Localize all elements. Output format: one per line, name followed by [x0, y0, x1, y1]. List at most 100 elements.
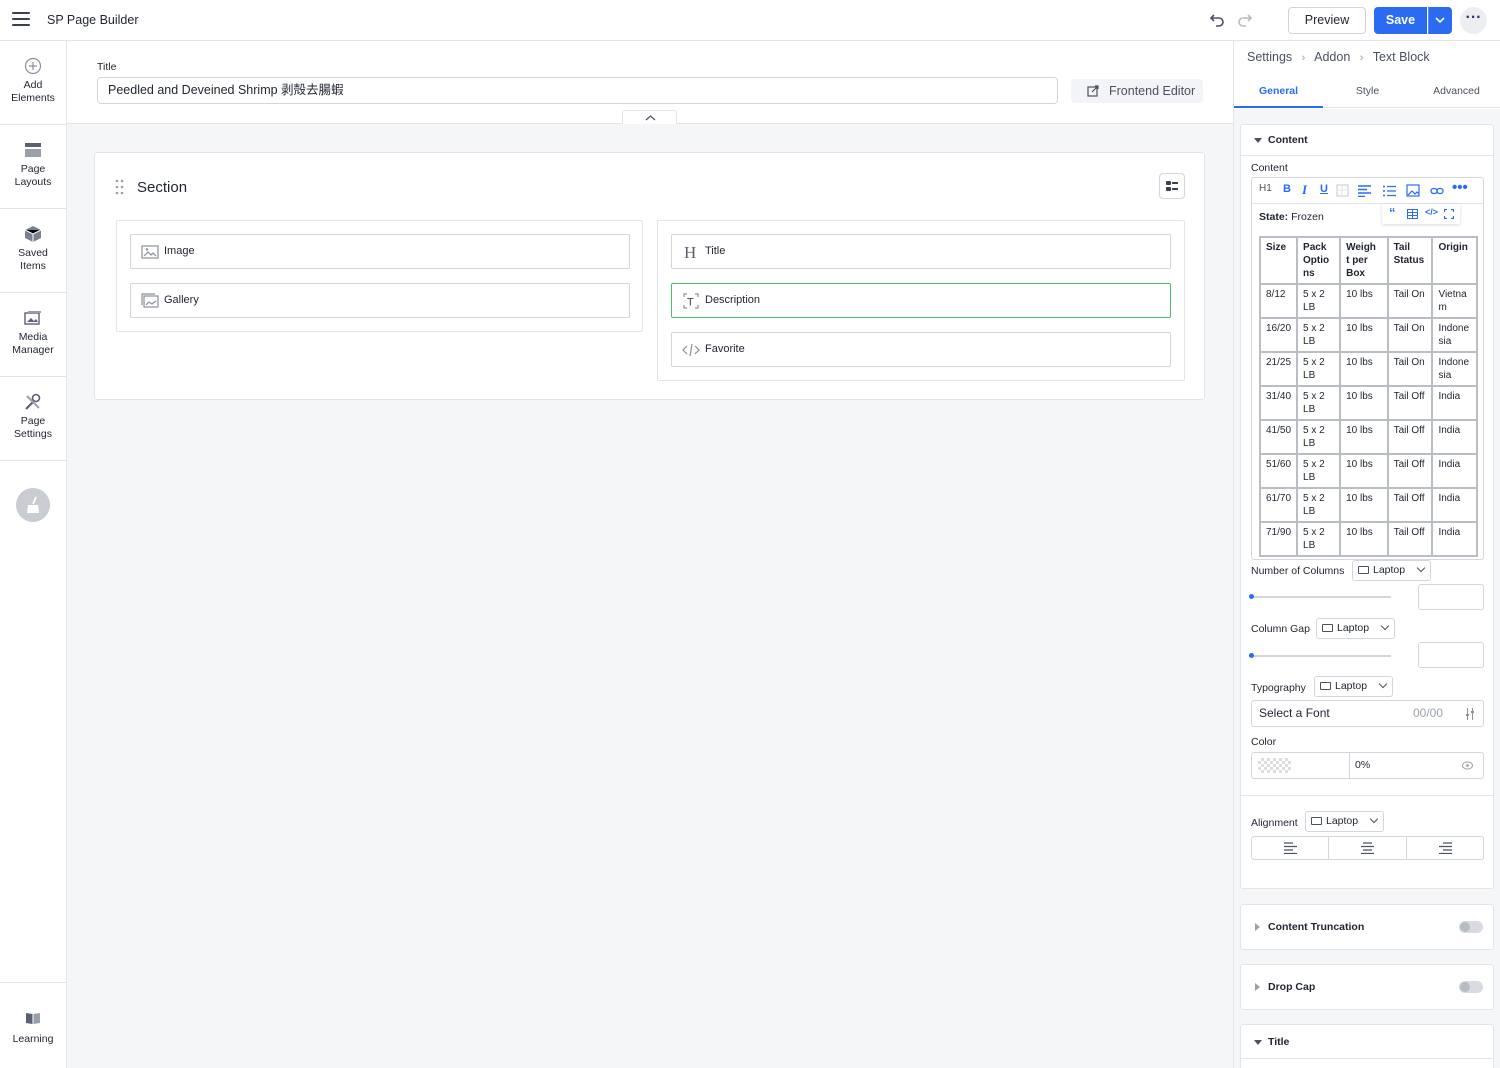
- addon-gallery[interactable]: Gallery: [130, 283, 630, 318]
- drag-handle-icon[interactable]: [115, 179, 125, 195]
- opacity-value[interactable]: 0%: [1355, 753, 1370, 778]
- sidebar-item-add-elements[interactable]: Add Elements: [0, 41, 66, 125]
- addon-description[interactable]: T Description: [671, 283, 1171, 318]
- undo-icon[interactable]: [1206, 10, 1226, 30]
- table-header: Tail Status: [1386, 236, 1434, 285]
- sliders-icon[interactable]: [1465, 708, 1475, 720]
- collapse-title-button[interactable]: [622, 110, 677, 124]
- tools-icon: [25, 393, 41, 410]
- sidebar-item-page-layouts[interactable]: Page Layouts: [0, 125, 66, 209]
- table-body: 8/12 5 x 2 LB 10 lbs Tail On Vietna m 16/20 5 …: [1258, 283, 1478, 557]
- sidebar-item-media-manager[interactable]: Media Manager: [0, 293, 66, 377]
- text-icon: T: [683, 293, 699, 309]
- table-row: 21/25 5 x 2 LB 10 lbs Tail On Indone sia: [1258, 351, 1478, 387]
- box-icon: [24, 226, 42, 242]
- content-truncation-toggle[interactable]: [1459, 921, 1483, 933]
- sidebar-item-label: Saved: [18, 247, 48, 259]
- hamburger-menu-icon[interactable]: [12, 12, 30, 28]
- gap-device-select[interactable]: Laptop: [1316, 618, 1395, 639]
- addon-label: Favorite: [705, 343, 745, 355]
- sidebar-item-saved-items[interactable]: Saved Items: [0, 209, 66, 293]
- chevron-right-icon: ›: [1301, 52, 1306, 64]
- table-cell: Tail Off: [1386, 521, 1434, 557]
- breadcrumb-settings[interactable]: Settings: [1247, 50, 1292, 64]
- sidebar-item-learning[interactable]: Learning: [0, 982, 66, 1068]
- table-cell: 5 x 2 LB: [1296, 351, 1342, 387]
- frontend-editor-button[interactable]: Frontend Editor: [1071, 79, 1203, 103]
- page-title-area: Title Peedled and Deveined Shrimp 剥殻去腸蝦 …: [67, 41, 1233, 124]
- alignment-device-select[interactable]: Laptop: [1305, 811, 1384, 832]
- alignment-label: Alignment: [1251, 817, 1298, 829]
- page-title-input[interactable]: Peedled and Deveined Shrimp 剥殻去腸蝦: [97, 77, 1058, 104]
- state-label: State:: [1259, 211, 1289, 223]
- settings-grid-icon: [1166, 181, 1178, 191]
- bold-icon[interactable]: B: [1283, 183, 1291, 195]
- addon-favorite[interactable]: Favorite: [671, 332, 1171, 367]
- state-value: Frozen: [1291, 211, 1324, 223]
- eye-icon[interactable]: [1462, 761, 1473, 770]
- link-icon[interactable]: [1430, 185, 1444, 197]
- caret-right-icon: [1255, 983, 1260, 991]
- ellipsis-icon: ···: [1465, 9, 1482, 26]
- more-tools-icon[interactable]: •••: [1452, 179, 1468, 196]
- columns-slider-handle[interactable]: [1249, 594, 1254, 599]
- title-section-title: Title: [1268, 1036, 1290, 1048]
- redo-icon[interactable]: [1236, 10, 1256, 30]
- columns-number-input[interactable]: [1418, 584, 1484, 610]
- blockquote-icon[interactable]: “: [1389, 205, 1396, 220]
- color-swatch[interactable]: [1258, 758, 1291, 773]
- editor-toolbar: H1 B I U •••: [1252, 178, 1483, 204]
- chevron-down-icon: [1369, 814, 1379, 824]
- addon-title[interactable]: H Title: [671, 234, 1171, 269]
- color-picker[interactable]: 0%: [1251, 752, 1484, 779]
- italic-icon[interactable]: I: [1302, 182, 1307, 198]
- breadcrumb-addon[interactable]: Addon: [1314, 50, 1350, 64]
- save-button[interactable]: Save: [1374, 7, 1427, 34]
- align-center-button[interactable]: [1329, 837, 1407, 859]
- title-section-header[interactable]: Title: [1241, 1025, 1493, 1059]
- sidebar-item-page-settings[interactable]: Page Settings: [0, 377, 66, 461]
- gap-slider[interactable]: [1251, 655, 1391, 657]
- addon-image[interactable]: Image: [130, 234, 630, 269]
- fullscreen-icon[interactable]: [1444, 209, 1454, 219]
- rich-text-editor[interactable]: H1 B I U ••• “ </> State: Frozen Size Pa…: [1251, 177, 1484, 560]
- typography-device-select[interactable]: Laptop: [1314, 676, 1393, 697]
- align-left-icon[interactable]: [1358, 185, 1371, 197]
- addon-label: Title: [705, 245, 726, 257]
- table-cell: Tail On: [1386, 317, 1434, 353]
- preview-button[interactable]: Preview: [1288, 7, 1366, 34]
- more-options-button[interactable]: ···: [1460, 7, 1487, 34]
- table-icon[interactable]: [1407, 209, 1418, 219]
- left-sidebar: Add Elements Page Layouts Saved Items Me…: [0, 41, 67, 1068]
- tab-style[interactable]: Style: [1323, 74, 1412, 108]
- media-icon: [24, 311, 41, 325]
- align-left-button[interactable]: [1252, 837, 1330, 859]
- tab-general[interactable]: General: [1234, 74, 1323, 108]
- drop-cap-toggle[interactable]: [1459, 981, 1483, 993]
- tab-advanced[interactable]: Advanced: [1412, 74, 1500, 108]
- table-row: 61/70 5 x 2 LB 10 lbs Tail Off India: [1258, 487, 1478, 523]
- background-color-icon[interactable]: [1336, 184, 1349, 197]
- title-label: Title: [97, 61, 117, 73]
- underline-icon[interactable]: U: [1320, 183, 1328, 195]
- insert-image-icon[interactable]: [1406, 184, 1420, 197]
- drop-cap-header[interactable]: Drop Cap: [1241, 965, 1493, 1009]
- gap-slider-handle[interactable]: [1249, 653, 1254, 658]
- content-truncation-header[interactable]: Content Truncation: [1241, 905, 1493, 949]
- columns-slider[interactable]: [1251, 596, 1391, 598]
- content-section-header[interactable]: Content: [1241, 125, 1493, 155]
- breadcrumb-text-block: Text Block: [1372, 50, 1430, 64]
- align-right-button[interactable]: [1407, 837, 1483, 859]
- section-settings-button[interactable]: [1159, 173, 1185, 199]
- source-code-icon[interactable]: </>: [1425, 207, 1438, 217]
- cleanup-button[interactable]: [16, 488, 50, 522]
- table-cell: India: [1431, 385, 1478, 421]
- heading-h1-button[interactable]: H1: [1259, 183, 1272, 194]
- table-cell: 31/40: [1258, 385, 1299, 421]
- list-icon[interactable]: [1383, 185, 1396, 197]
- columns-device-select[interactable]: Laptop: [1352, 560, 1431, 581]
- font-select[interactable]: Select a Font 00/00: [1251, 700, 1484, 727]
- save-options-button[interactable]: [1428, 7, 1452, 34]
- gap-number-input[interactable]: [1418, 642, 1484, 668]
- chevron-down-icon: [1378, 679, 1388, 689]
